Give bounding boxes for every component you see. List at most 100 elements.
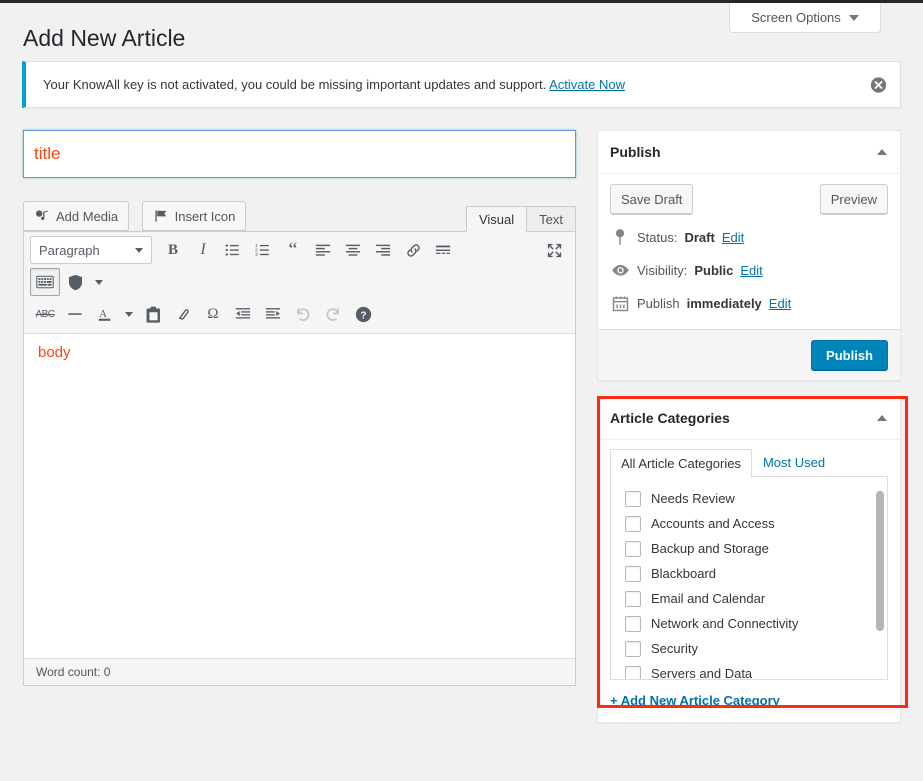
fullscreen-icon[interactable] bbox=[539, 236, 569, 264]
tinymce-editor: Paragraph B I 1 2 3 “ ABC A Ω ? body Wor… bbox=[23, 231, 576, 686]
category-checkbox[interactable] bbox=[625, 590, 641, 607]
insert-icon-button[interactable]: Insert Icon bbox=[141, 201, 247, 231]
status-edit-link[interactable]: Edit bbox=[722, 230, 744, 245]
pin-icon bbox=[610, 227, 630, 247]
article-title-input[interactable] bbox=[23, 130, 576, 178]
category-checkbox[interactable] bbox=[625, 665, 641, 679]
eye-icon bbox=[610, 260, 630, 280]
horizontal-rule-icon[interactable] bbox=[60, 300, 90, 328]
list-item[interactable]: Network and Connectivity bbox=[625, 611, 887, 636]
category-label: Backup and Storage bbox=[651, 541, 769, 556]
toolbar-row-1: Paragraph B I 1 2 3 “ bbox=[27, 234, 572, 266]
blockquote-icon[interactable]: “ bbox=[278, 236, 308, 264]
list-item[interactable]: Blackboard bbox=[625, 561, 887, 586]
close-circle-icon[interactable] bbox=[870, 76, 887, 93]
schedule-label: Publish bbox=[637, 295, 680, 311]
read-more-icon[interactable] bbox=[428, 236, 458, 264]
text-color-chevron-down-icon[interactable] bbox=[120, 300, 138, 328]
editor-body-text: body bbox=[38, 344, 71, 361]
keyboard-shortcuts-help-icon[interactable]: ? bbox=[348, 300, 378, 328]
chevron-up-icon[interactable] bbox=[877, 415, 887, 421]
knowall-key-notice: Your KnowAll key is not activated, you c… bbox=[22, 61, 901, 108]
align-left-icon[interactable] bbox=[308, 236, 338, 264]
category-label: Blackboard bbox=[651, 566, 717, 581]
italic-icon[interactable]: I bbox=[188, 236, 218, 264]
category-checkbox[interactable] bbox=[625, 565, 641, 582]
shield-icon[interactable] bbox=[60, 268, 90, 296]
chevron-down-icon bbox=[848, 14, 859, 21]
category-scrollbar-thumb[interactable] bbox=[876, 491, 884, 631]
category-label: Security bbox=[651, 641, 698, 656]
publish-button[interactable]: Publish bbox=[811, 340, 888, 370]
calendar-icon bbox=[610, 293, 630, 313]
article-categories-metabox: Article Categories All Article Categorie… bbox=[597, 396, 901, 723]
tab-visual[interactable]: Visual bbox=[465, 206, 528, 232]
redo-icon[interactable] bbox=[318, 300, 348, 328]
add-media-label: Add Media bbox=[56, 208, 119, 224]
bold-icon[interactable]: B bbox=[158, 236, 188, 264]
activate-now-link[interactable]: Activate Now bbox=[549, 77, 625, 92]
preview-button[interactable]: Preview bbox=[819, 184, 888, 214]
paragraph-format-select[interactable]: Paragraph bbox=[30, 236, 152, 264]
list-item[interactable]: Servers and Data bbox=[625, 661, 887, 679]
status-value: Draft bbox=[684, 229, 715, 245]
publish-metabox-body: Save Draft Preview Status: Draft Edit Vi… bbox=[598, 174, 900, 317]
visibility-value: Public bbox=[694, 262, 734, 278]
list-item[interactable]: Accounts and Access bbox=[625, 511, 887, 536]
paragraph-format-value: Paragraph bbox=[39, 242, 100, 258]
clear-formatting-icon[interactable] bbox=[168, 300, 198, 328]
special-character-icon[interactable]: Ω bbox=[198, 300, 228, 328]
wordpress-add-new-article-screen: Screen Options Add New Article Your Know… bbox=[0, 0, 923, 781]
category-label: Needs Review bbox=[651, 491, 735, 506]
list-item[interactable]: Needs Review bbox=[625, 486, 887, 511]
category-checkbox[interactable] bbox=[625, 615, 641, 632]
indent-icon[interactable] bbox=[258, 300, 288, 328]
list-item[interactable]: Security bbox=[625, 636, 887, 661]
keyboard-toolbar-toggle-icon[interactable] bbox=[30, 268, 60, 296]
add-media-button[interactable]: Add Media bbox=[23, 201, 130, 231]
word-count-label: Word count: 0 bbox=[36, 665, 111, 679]
category-label: Network and Connectivity bbox=[651, 616, 799, 631]
screen-options-label: Screen Options bbox=[751, 10, 841, 25]
visibility-edit-link[interactable]: Edit bbox=[740, 263, 762, 278]
category-checkbox[interactable] bbox=[625, 490, 641, 507]
text-color-icon[interactable]: A bbox=[90, 300, 120, 328]
outdent-icon[interactable] bbox=[228, 300, 258, 328]
schedule-edit-link[interactable]: Edit bbox=[769, 296, 791, 311]
tab-text[interactable]: Text bbox=[526, 206, 576, 232]
add-new-article-category-link[interactable]: + Add New Article Category bbox=[610, 693, 780, 708]
save-draft-button[interactable]: Save Draft bbox=[610, 184, 694, 214]
insert-link-icon[interactable] bbox=[398, 236, 428, 264]
category-checklist[interactable]: Needs Review Accounts and Access Backup … bbox=[610, 476, 888, 680]
paste-as-text-icon[interactable] bbox=[138, 300, 168, 328]
chevron-up-icon[interactable] bbox=[877, 149, 887, 155]
tab-most-used[interactable]: Most Used bbox=[752, 448, 836, 477]
chevron-down-icon bbox=[95, 279, 103, 285]
article-categories-body: All Article Categories Most Used Needs R… bbox=[598, 440, 900, 722]
list-item[interactable]: Email and Calendar bbox=[625, 586, 887, 611]
list-item[interactable]: Backup and Storage bbox=[625, 536, 887, 561]
bulleted-list-icon[interactable] bbox=[218, 236, 248, 264]
align-center-icon[interactable] bbox=[338, 236, 368, 264]
article-categories-region: Article Categories All Article Categorie… bbox=[597, 396, 908, 723]
editor-content-area[interactable]: body bbox=[24, 334, 575, 658]
category-checkbox[interactable] bbox=[625, 540, 641, 557]
screen-options-button[interactable]: Screen Options bbox=[729, 3, 881, 33]
toolbar-row-2 bbox=[27, 266, 572, 298]
media-icon bbox=[34, 208, 50, 224]
undo-icon[interactable] bbox=[288, 300, 318, 328]
strikethrough-icon[interactable]: ABC bbox=[30, 300, 60, 328]
visibility-label: Visibility: bbox=[637, 262, 688, 278]
notice-text: Your KnowAll key is not activated, you c… bbox=[43, 75, 625, 95]
shield-dropdown-chevron-down-icon[interactable] bbox=[90, 268, 108, 296]
article-categories-header: Article Categories bbox=[598, 397, 900, 440]
align-right-icon[interactable] bbox=[368, 236, 398, 264]
category-checkbox[interactable] bbox=[625, 640, 641, 657]
numbered-list-icon[interactable]: 1 2 3 bbox=[248, 236, 278, 264]
tab-all-article-categories[interactable]: All Article Categories bbox=[610, 449, 752, 478]
insert-icon-label: Insert Icon bbox=[174, 208, 236, 224]
publish-metabox-header: Publish bbox=[598, 131, 900, 174]
category-checkbox[interactable] bbox=[625, 515, 641, 532]
draft-preview-row: Save Draft Preview bbox=[610, 184, 888, 214]
category-label: Accounts and Access bbox=[651, 516, 775, 531]
